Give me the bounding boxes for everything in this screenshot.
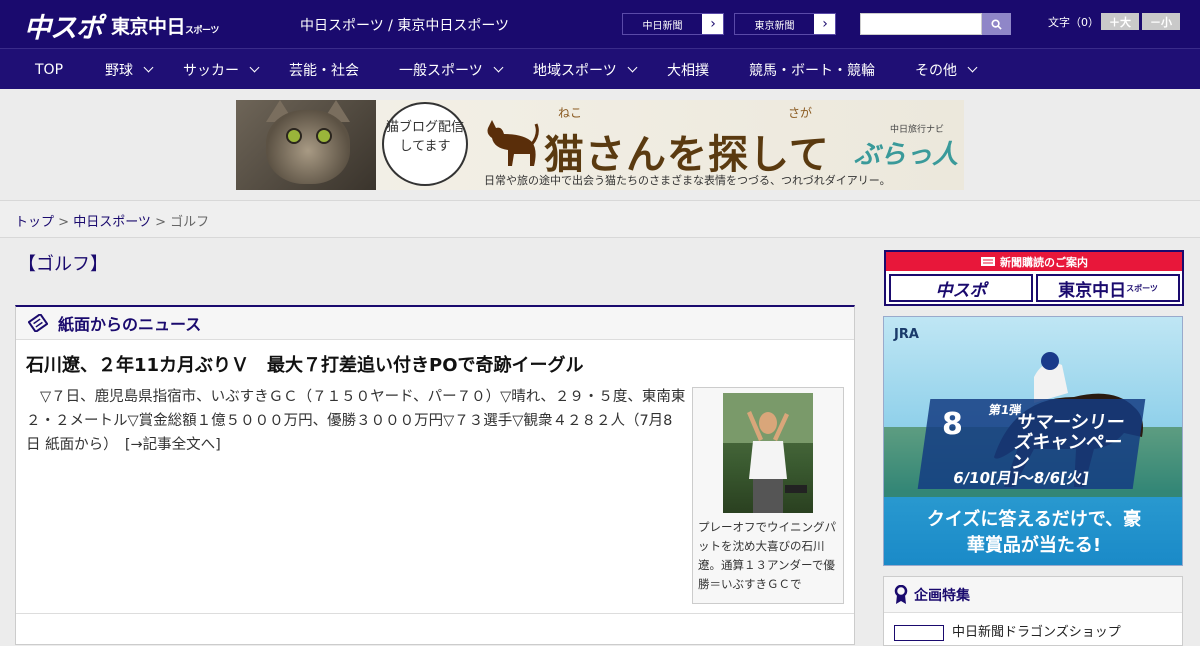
news-section-header: 紙面からのニュース: [16, 307, 854, 340]
font-size-increase-button[interactable]: ＋大: [1101, 13, 1139, 30]
nav-item-label: 地域スポーツ: [533, 62, 617, 79]
ribbon-icon: [894, 584, 908, 604]
feature-item[interactable]: 中日新聞ドラゴンズショップ: [894, 621, 1121, 641]
tokyo-shimbun-link-label: 東京新聞: [735, 14, 815, 34]
article-photo[interactable]: [723, 393, 813, 513]
subscription-box: 新聞購読のご案内 中スポ 東京中日 スポーツ: [884, 250, 1184, 306]
nav-item-baseball[interactable]: 野球: [105, 49, 154, 90]
nav-item-label: その他: [915, 62, 957, 79]
font-size-decrease-button[interactable]: －小: [1142, 13, 1180, 30]
newspaper-icon: [981, 257, 995, 266]
news-section-title: 紙面からのニュース: [58, 315, 202, 334]
subscription-header-text: 新聞購読のご案内: [1000, 255, 1088, 269]
breadcrumb-bar: トップ > 中日スポーツ > ゴルフ: [0, 200, 1200, 238]
article-headline[interactable]: 石川遼、２年11カ月ぶりＶ 最大７打差追い付きPOで奇跡イーグル: [26, 351, 584, 377]
nav-item-label: サッカー: [183, 62, 239, 79]
tokyo-chunichi-subscribe-small: スポーツ: [1126, 283, 1158, 293]
nav-item-label: TOP: [35, 61, 64, 78]
tokyo-chunichi-subscribe-text: 東京中日: [1058, 280, 1127, 300]
tokyo-chunichi-logo[interactable]: 東京中日スポーツ: [111, 12, 219, 39]
nav-item-label: 大相撲: [667, 62, 709, 79]
chunichi-shimbun-link[interactable]: 中日新聞 ›: [622, 13, 724, 35]
news-section: 紙面からのニュース 石川遼、２年11カ月ぶりＶ 最大７打差追い付きPOで奇跡イー…: [15, 305, 855, 645]
nav-item-soccer[interactable]: サッカー: [183, 49, 260, 90]
banner-ruby-neko: ねこ: [558, 106, 583, 120]
breadcrumb-current: ゴルフ: [170, 215, 210, 230]
nav-item-label: 芸能・社会: [289, 62, 359, 79]
banner-brand: ぶらっ人: [854, 140, 959, 170]
article-photo-box: プレーオフでウイニングパットを沈め大喜びの石川遼。通算１３アンダーで優勝＝いぶす…: [692, 387, 844, 604]
read-more-link[interactable]: [→記事全文へ]: [125, 437, 221, 453]
site-title: 中日スポーツ / 東京中日スポーツ: [300, 18, 510, 34]
feature-item-label: 中日新聞ドラゴンズショップ: [952, 625, 1121, 640]
nav-item-label: 野球: [105, 62, 133, 79]
feature-header: 企画特集: [884, 577, 1182, 613]
feature-box: 企画特集 中日新聞ドラゴンズショップ: [883, 576, 1183, 646]
horse-number: 8: [942, 407, 963, 442]
nav-item-top[interactable]: TOP: [35, 49, 63, 90]
photo-caption: プレーオフでウイニングパットを沈め大喜びの石川遼。通算１３アンダーで優勝＝いぶす…: [698, 520, 836, 591]
chevron-down-icon: [627, 62, 638, 73]
campaign-dates: 6/10[月]～8/6[火]: [951, 469, 1091, 487]
search-icon: [991, 18, 1002, 30]
feature-title: 企画特集: [914, 587, 970, 604]
search-input[interactable]: [860, 13, 982, 35]
tokyo-chunichi-subscribe-button[interactable]: 東京中日 スポーツ: [1036, 274, 1180, 302]
subscription-header: 新聞購読のご案内: [886, 252, 1182, 271]
chuspo-logo[interactable]: 中スポ: [24, 6, 103, 45]
chevron-down-icon: [249, 62, 260, 73]
campaign-cta: クイズに答えるだけで、豪華賞品が当たる!: [926, 509, 1142, 556]
cat-blog-banner[interactable]: 猫ブログ配信してます ねこ さが 猫さんを探して 中日旅行ナビ ぶらっ人 日常や…: [236, 100, 964, 190]
breadcrumb-section-link[interactable]: 中日スポーツ: [73, 215, 151, 230]
chevron-right-icon: ›: [703, 14, 723, 34]
page-title: 【ゴルフ】: [18, 254, 108, 275]
tokyo-chunichi-logo-small: スポーツ: [185, 25, 219, 35]
chuspo-subscribe-button[interactable]: 中スポ: [889, 274, 1033, 302]
cat-photo: [236, 100, 376, 190]
chevron-down-icon: [967, 62, 978, 73]
breadcrumb: トップ > 中日スポーツ > ゴルフ: [15, 211, 209, 230]
feature-thumbnail: [894, 624, 944, 641]
breadcrumb-separator: >: [150, 215, 171, 230]
nav-item-label: 競馬・ボート・競輪: [749, 62, 875, 79]
chevron-down-icon: [493, 62, 504, 73]
banner-ruby-saga: さが: [788, 106, 813, 120]
chunichi-shimbun-link-label: 中日新聞: [623, 14, 703, 34]
font-size-label: 文字（0）: [1048, 16, 1099, 29]
main-nav: TOP 野球 サッカー 芸能・社会 一般スポーツ 地域スポーツ 大相撲 競馬・ボ…: [0, 48, 1200, 89]
top-header: 中スポ 東京中日スポーツ 中日スポーツ / 東京中日スポーツ 中日新聞 › 東京…: [0, 0, 1200, 48]
divider: [16, 613, 854, 614]
nav-item-other[interactable]: その他: [915, 49, 978, 90]
article-summary: ▽７日、鹿児島県指宿市、いぶすきＧＣ（７１５０ヤード、パー７０）▽晴れ、２９・５…: [26, 385, 686, 457]
breadcrumb-home-link[interactable]: トップ: [15, 215, 54, 230]
jra-ad-banner[interactable]: JRA 第1弾 サマーシリーズキャンペーン 6/10[月]～8/6[火] 8 ク…: [883, 316, 1183, 566]
chevron-down-icon: [143, 62, 154, 73]
chevron-right-icon: ›: [815, 14, 835, 34]
tokyo-chunichi-logo-text: 東京中日: [111, 17, 186, 38]
banner-subtitle: 日常や旅の途中で出会う猫たちのさまざまな表情をつづる、つれづれダイアリー。: [484, 174, 891, 187]
newspaper-icon: [28, 314, 48, 332]
nav-item-entertainment[interactable]: 芸能・社会: [289, 49, 359, 90]
speech-bubble: 猫ブログ配信してます: [382, 102, 468, 186]
tokyo-shimbun-link[interactable]: 東京新聞 ›: [734, 13, 836, 35]
breadcrumb-separator: >: [54, 215, 74, 230]
search-button[interactable]: [982, 13, 1011, 35]
nav-item-local-sports[interactable]: 地域スポーツ: [533, 49, 638, 90]
cat-silhouette-icon: [487, 120, 539, 166]
nav-item-general-sports[interactable]: 一般スポーツ: [399, 49, 504, 90]
nav-item-racing[interactable]: 競馬・ボート・競輪: [749, 49, 875, 90]
nav-item-label: 一般スポーツ: [399, 62, 483, 79]
nav-item-sumo[interactable]: 大相撲: [667, 49, 709, 90]
campaign-title: サマーシリーズキャンペーン: [1009, 412, 1127, 473]
